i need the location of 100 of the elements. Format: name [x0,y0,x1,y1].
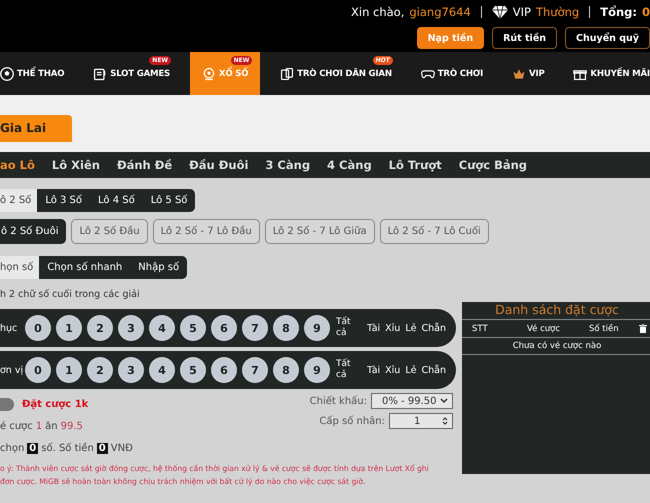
digit-ball[interactable]: 7 [242,315,268,341]
quick-pick-link[interactable]: Xỉu [385,364,400,376]
wallet-button[interactable]: Chuyển quỹ [565,27,650,49]
quick-pick-link[interactable]: Tài [367,364,380,376]
total-value: 0 [642,5,650,19]
vip-level: Thường [536,5,580,19]
spinner-icon [442,416,448,426]
row-label: ơn vị [0,364,20,376]
nav-item[interactable]: KHUYẾN MÃI [564,52,650,95]
quick-pick-link[interactable]: Chẵn [421,322,446,334]
nav-label: THỂ THAO [17,68,64,78]
nav-item[interactable]: THỂ THAO [0,52,74,95]
digit-ball[interactable]: 3 [118,357,144,383]
currency-text: VNĐ [110,442,133,454]
digit-ball[interactable]: 0 [25,315,51,341]
nav-label: VIP [529,68,545,78]
digit-ball[interactable]: 8 [273,357,299,383]
lo-type-tab[interactable]: Lô 3 Số [37,189,90,212]
amount-value: 0 [96,442,108,454]
digit-ball[interactable]: 5 [180,357,206,383]
chevron-icon [440,398,448,404]
subtype-button[interactable]: ô 2 Số Đuôi [0,219,66,244]
lottery-ball-icon [202,66,216,80]
select-all-link[interactable]: Tất cả [336,317,356,339]
discount-label: Chiết khấu: [310,396,367,406]
bet-type-tab[interactable]: Đánh Đề [116,158,172,172]
cards-icon [280,66,294,80]
quick-pick-link[interactable]: Lẻ [405,364,416,376]
quick-pick-link[interactable]: Xỉu [385,322,400,334]
bet-type-tab[interactable]: Đầu Đuôi [189,158,248,172]
slot-machine-icon [93,66,108,80]
nav-item[interactable]: VIP [503,52,554,95]
digit-ball[interactable]: 3 [118,315,144,341]
odds-text: é cược [0,420,33,432]
digit-ball[interactable]: 4 [149,315,175,341]
select-all-link[interactable]: Tất cả [336,359,356,381]
multiplier-label: Cấp số nhân: [319,416,385,426]
greeting-text: Xin chào, [351,5,404,19]
summary-text: số. Số tiền [41,442,94,454]
pick-mode-tab[interactable]: họn số [0,256,40,279]
nav-label: SLOT GAMES [110,68,170,78]
digit-ball[interactable]: 8 [273,315,299,341]
digit-ball[interactable]: 5 [180,315,206,341]
digit-ball[interactable]: 9 [304,357,330,383]
summary-text: chọn [0,442,24,454]
odds-stake: 1 [36,420,42,432]
subtype-button[interactable]: Lô 2 Số Đầu [71,219,148,244]
bet-type-tab[interactable]: Lô Trượt [388,158,442,172]
lo-type-tab[interactable]: ô 2 Số [0,189,38,212]
bet-type-tab[interactable]: 4 Càng [327,158,372,172]
ball-icon [0,66,14,80]
bet-list-title: Danh sách đặt cược [462,302,650,320]
digit-ball[interactable]: 1 [56,357,82,383]
bet-type-tab[interactable]: 3 Càng [265,158,310,172]
digit-ball[interactable]: 9 [304,315,330,341]
subtype-button[interactable]: Lô 2 Số - 7 Lô Đầu [152,219,260,244]
column-header: STT [472,324,489,334]
pick-mode-tab[interactable]: Chọn số nhanh [39,256,130,279]
digit-ball[interactable]: 7 [242,357,268,383]
quick-pick-link[interactable]: Lẻ [405,322,416,334]
lo-type-tab[interactable]: Lô 5 Số [142,189,196,212]
username-link[interactable]: giang7644 [409,5,471,19]
quick-pick-link[interactable]: Tài [367,322,380,334]
digit-ball[interactable]: 6 [211,357,237,383]
nav-label: TRÒ CHƠI DÂN GIAN [297,68,392,78]
count-value: 0 [27,442,38,454]
subtype-button[interactable]: Lô 2 Số - 7 Lô Cuối [380,219,489,244]
region-tab[interactable]: Gia Lai [0,115,72,142]
nav-label: KHUYẾN MÃI [590,68,650,78]
quick-pick-link[interactable]: Chẵn [421,364,446,376]
diamond-icon [492,5,508,19]
subtype-button[interactable]: Lô 2 Số - 7 Lô Giữa [264,219,375,244]
discount-select[interactable]: 0% - 99.50 [371,393,453,409]
odds-text: ăn [45,420,58,432]
digit-ball[interactable]: 0 [25,357,51,383]
wallet-button[interactable]: Rút tiền [492,27,558,49]
total-label: Tổng: [600,5,637,19]
bet-type-tab[interactable]: Cược Bảng [458,158,528,172]
bet-type-tab[interactable]: ao Lô [0,158,35,172]
digit-ball[interactable]: 1 [56,315,82,341]
pick-mode-tab[interactable]: Nhập số [130,256,188,279]
toggle-switch[interactable] [0,398,14,410]
multiplier-input[interactable]: 1 [389,413,453,429]
column-header: Số tiền [589,324,620,334]
column-header: Vé cược [527,324,562,334]
digit-ball[interactable]: 6 [211,315,237,341]
empty-message: Chưa có vé cược nào [462,338,650,355]
trash-icon[interactable] [639,324,647,333]
lo-type-tab[interactable]: Lô 4 Số [90,189,143,212]
nav-label: TRÒ CHƠI [438,68,484,78]
bet-type-tab[interactable]: Lô Xiên [52,158,100,172]
hint-text: h 2 chữ số cuối trong các giải [0,289,141,302]
row-label: hục [0,322,18,334]
vip-label: VIP [512,5,531,19]
digit-ball[interactable]: 2 [87,357,113,383]
digit-ball[interactable]: 2 [87,315,113,341]
nav-label: XỔ SỐ [218,68,248,78]
odds-payout: 99.5 [60,420,83,432]
nav-item[interactable]: TRÒ CHƠI [412,52,492,95]
digit-ball[interactable]: 4 [149,357,175,383]
